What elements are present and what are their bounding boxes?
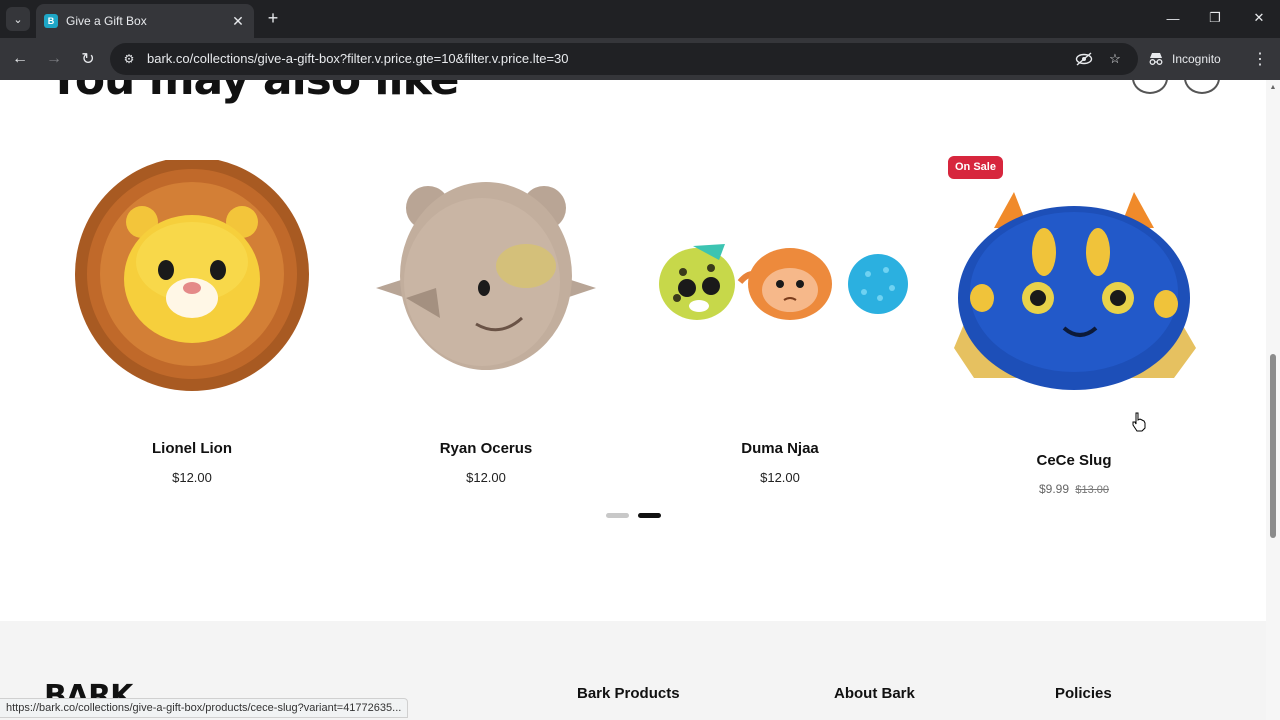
original-price: $13.00: [1075, 484, 1110, 496]
product-price: $12.00: [760, 470, 800, 485]
address-bar[interactable]: ⚙ bark.co/collections/give-a-gift-box?fi…: [110, 43, 1138, 75]
sea-slug-plush-image[interactable]: [934, 160, 1214, 420]
cheetah-monkey-ball-toys-image[interactable]: [640, 160, 920, 420]
scroll-up-arrow-icon[interactable]: ▲: [1269, 84, 1277, 92]
browser-menu-kebab-icon[interactable]: ⋮: [1250, 47, 1270, 71]
new-tab-plus-icon[interactable]: +: [262, 8, 284, 30]
product-price: $12.00: [172, 470, 212, 485]
link-status-bar: https://bark.co/collections/give-a-gift-…: [0, 698, 409, 718]
tab-close-icon[interactable]: ✕: [230, 13, 246, 30]
tab-title: Give a Gift Box: [66, 14, 147, 28]
product-name[interactable]: Ryan Ocerus: [346, 440, 626, 457]
scrollbar-thumb[interactable]: [1270, 354, 1276, 538]
product-name[interactable]: Lionel Lion: [52, 440, 332, 457]
carousel-dot-1[interactable]: [606, 513, 629, 518]
address-url[interactable]: bark.co/collections/give-a-gift-box?filt…: [147, 51, 569, 66]
footer-heading-bark-products[interactable]: Bark Products: [577, 685, 680, 702]
product-name[interactable]: Duma Njaa: [640, 440, 920, 457]
sale-price: $9.99: [1038, 482, 1070, 496]
browser-tab-bar: ⌄ B Give a Gift Box ✕ + — ❐ ✕: [0, 0, 1280, 38]
forward-arrow-icon[interactable]: →: [42, 47, 66, 71]
restore-window-icon[interactable]: ❐: [1200, 6, 1230, 30]
back-arrow-icon[interactable]: ←: [8, 47, 32, 71]
product-price: $12.00: [466, 470, 506, 485]
product-card-lionel-lion[interactable]: Lionel Lion $12.00: [52, 160, 332, 490]
tab-search-chevron-icon[interactable]: ⌄: [6, 7, 30, 31]
lion-plush-image[interactable]: [52, 160, 332, 420]
browser-tab-active[interactable]: B Give a Gift Box ✕: [36, 4, 254, 38]
incognito-indicator[interactable]: Incognito: [1148, 47, 1221, 71]
reload-icon[interactable]: ↻: [76, 47, 100, 71]
eye-slash-tracking-icon[interactable]: [1074, 50, 1094, 68]
carousel-prev-button[interactable]: [1132, 80, 1168, 94]
product-card-ryan-ocerus[interactable]: Ryan Ocerus $12.00: [346, 160, 626, 490]
site-info-tune-icon[interactable]: ⚙: [120, 50, 138, 68]
product-card-cece-slug[interactable]: CeCe Slug $9.99 $13.00: [934, 160, 1214, 500]
product-name[interactable]: CeCe Slug: [934, 452, 1214, 469]
browser-toolbar: ← → ↻ ⚙ bark.co/collections/give-a-gift-…: [0, 38, 1280, 80]
incognito-label: Incognito: [1172, 52, 1221, 66]
carousel-next-button[interactable]: [1184, 80, 1220, 94]
bark-favicon-icon: B: [44, 14, 58, 28]
close-window-icon[interactable]: ✕: [1244, 6, 1274, 30]
footer-heading-policies[interactable]: Policies: [1055, 685, 1112, 702]
footer-heading-about-bark[interactable]: About Bark: [834, 685, 915, 702]
rhino-plush-image[interactable]: [346, 160, 626, 420]
page-viewport: You may also like Lionel Lion $12.00: [0, 80, 1280, 720]
product-price-row: $9.99 $13.00: [934, 482, 1214, 496]
page-scrollbar[interactable]: ▲: [1266, 80, 1280, 720]
product-card-duma-njaa[interactable]: Duma Njaa $12.00: [640, 160, 920, 490]
carousel-dot-2-active[interactable]: [638, 513, 661, 518]
hand-pointer-cursor-icon: [1132, 412, 1146, 432]
minimize-window-icon[interactable]: —: [1158, 6, 1188, 30]
section-heading: You may also like: [48, 80, 459, 105]
incognito-icon: [1148, 51, 1164, 67]
bookmark-star-icon[interactable]: ☆: [1105, 50, 1125, 68]
